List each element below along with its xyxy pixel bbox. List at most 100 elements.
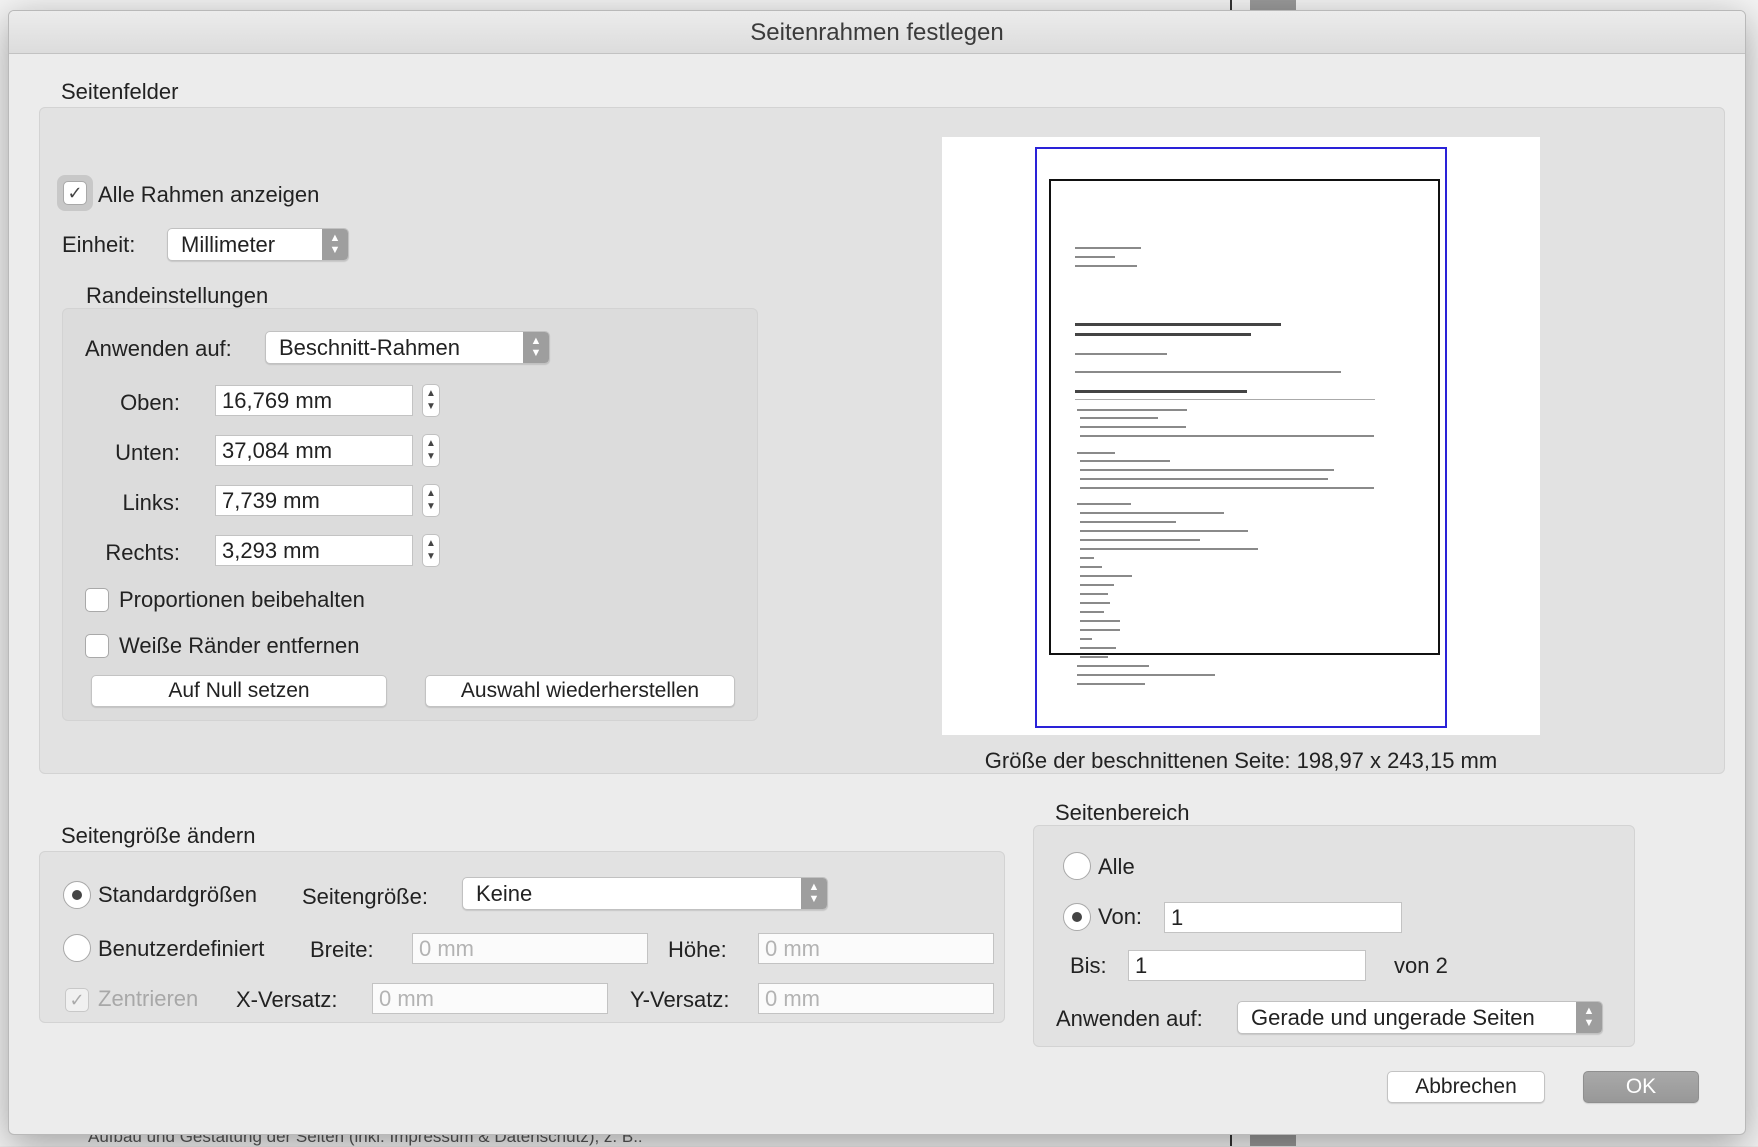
page-size-select-value: Keine bbox=[476, 881, 533, 906]
preview-text-line bbox=[1080, 521, 1176, 523]
cropped-size-caption: Größe der beschnittenen Seite: 198,97 x … bbox=[984, 748, 1498, 773]
preview-text-line bbox=[1080, 566, 1102, 568]
height-input[interactable]: 0 mm bbox=[758, 933, 994, 964]
chevron-updown-icon: ▲ ▼ bbox=[426, 438, 436, 462]
to-input[interactable]: 1 bbox=[1128, 950, 1366, 981]
preview-text-line bbox=[1075, 371, 1341, 373]
ok-button[interactable]: OK bbox=[1583, 1071, 1699, 1103]
chevron-updown-icon: ▲ ▼ bbox=[1576, 1002, 1602, 1033]
preview-heading-line bbox=[1075, 390, 1247, 393]
margin-bottom-label: Unten: bbox=[115, 440, 180, 465]
x-offset-label: X-Versatz: bbox=[236, 987, 338, 1012]
margin-top-input[interactable]: 16,769 mm bbox=[215, 385, 413, 416]
standard-sizes-radio[interactable] bbox=[63, 881, 91, 909]
chevron-updown-icon: ▲ ▼ bbox=[801, 878, 827, 909]
preview-text-line bbox=[1080, 530, 1248, 532]
height-label: Höhe: bbox=[668, 937, 727, 962]
preview-text-line bbox=[1075, 265, 1137, 267]
width-label: Breite: bbox=[310, 937, 374, 962]
page-preview bbox=[942, 137, 1540, 735]
keep-proportions-label: Proportionen beibehalten bbox=[119, 587, 365, 612]
preview-text-line bbox=[1080, 656, 1108, 658]
margin-right-stepper[interactable]: ▲ ▼ bbox=[422, 534, 440, 567]
chevron-updown-icon: ▲ ▼ bbox=[426, 488, 436, 512]
preview-text-line bbox=[1080, 460, 1170, 462]
seitenbereich-group: Alle Von: 1 Bis: 1 von 2 Anwenden auf: G… bbox=[1033, 825, 1635, 1047]
preview-text-line bbox=[1080, 487, 1374, 489]
margin-top-label: Oben: bbox=[120, 390, 180, 415]
range-apply-to-select-value: Gerade und ungerade Seiten bbox=[1251, 1005, 1535, 1030]
center-checkbox[interactable]: ✓ bbox=[65, 988, 89, 1012]
preview-text-line bbox=[1080, 584, 1114, 586]
preview-text-line bbox=[1080, 593, 1108, 595]
preview-text-line bbox=[1075, 247, 1141, 249]
chevron-updown-icon: ▲ ▼ bbox=[426, 538, 436, 562]
seitenbereich-label: Seitenbereich bbox=[1055, 800, 1190, 825]
range-apply-to-select[interactable]: Gerade und ungerade Seiten ▲ ▼ bbox=[1237, 1001, 1603, 1034]
margin-bottom-stepper[interactable]: ▲ ▼ bbox=[422, 434, 440, 467]
margin-left-stepper[interactable]: ▲ ▼ bbox=[422, 484, 440, 517]
chevron-updown-icon: ▲ ▼ bbox=[322, 229, 348, 260]
center-label: Zentrieren bbox=[98, 986, 199, 1011]
cancel-button[interactable]: Abbrechen bbox=[1387, 1071, 1545, 1103]
preview-text-line bbox=[1080, 575, 1132, 577]
apply-to-label: Anwenden auf: bbox=[85, 336, 232, 361]
preview-text-line bbox=[1075, 256, 1115, 258]
chevron-updown-icon: ▲ ▼ bbox=[426, 388, 436, 412]
page-size-select[interactable]: Keine ▲ ▼ bbox=[462, 877, 828, 910]
randeinstellungen-label: Randeinstellungen bbox=[86, 283, 269, 308]
preview-text-line bbox=[1077, 674, 1215, 676]
y-offset-label: Y-Versatz: bbox=[630, 987, 730, 1012]
width-input[interactable]: 0 mm bbox=[412, 933, 648, 964]
margin-left-label: Links: bbox=[122, 490, 180, 515]
unit-select[interactable]: Millimeter ▲ ▼ bbox=[167, 228, 349, 261]
restore-selection-button[interactable]: Auswahl wiederherstellen bbox=[425, 675, 735, 707]
margin-right-input[interactable]: 3,293 mm bbox=[215, 535, 413, 566]
all-pages-radio[interactable] bbox=[1063, 852, 1091, 880]
from-input[interactable]: 1 bbox=[1164, 902, 1402, 933]
to-label: Bis: bbox=[1070, 953, 1107, 978]
margin-right-label: Rechts: bbox=[105, 540, 180, 565]
seitenfelder-group: ✓ Alle Rahmen anzeigen Einheit: Millimet… bbox=[39, 107, 1725, 774]
remove-white-label: Weiße Ränder entfernen bbox=[119, 633, 360, 658]
y-offset-input[interactable]: 0 mm bbox=[758, 983, 994, 1014]
custom-size-label: Benutzerdefiniert bbox=[98, 936, 265, 961]
x-offset-input[interactable]: 0 mm bbox=[372, 983, 608, 1014]
keep-proportions-checkbox[interactable] bbox=[85, 588, 109, 612]
preview-text-line bbox=[1080, 512, 1224, 514]
margin-left-input[interactable]: 7,739 mm bbox=[215, 485, 413, 516]
preview-text-line bbox=[1080, 629, 1120, 631]
from-label: Von: bbox=[1098, 904, 1143, 929]
checkmark-icon: ✓ bbox=[69, 990, 85, 1010]
preview-text-line bbox=[1080, 638, 1092, 640]
custom-size-radio[interactable] bbox=[63, 934, 91, 962]
preview-text-line bbox=[1080, 539, 1200, 541]
seitengroesse-group: Standardgrößen Seitengröße: Keine ▲ ▼ Ben… bbox=[39, 851, 1005, 1023]
unit-label: Einheit: bbox=[62, 232, 136, 257]
remove-white-checkbox[interactable] bbox=[85, 634, 109, 658]
apply-to-select-value: Beschnitt-Rahmen bbox=[279, 335, 460, 360]
show-all-label: Alle Rahmen anzeigen bbox=[98, 182, 320, 207]
preview-text-line bbox=[1077, 452, 1115, 454]
seitenfelder-label: Seitenfelder bbox=[61, 79, 179, 104]
show-all-checkbox[interactable]: ✓ bbox=[63, 181, 87, 205]
all-pages-label: Alle bbox=[1098, 854, 1135, 879]
preview-text-line bbox=[1080, 435, 1374, 437]
reset-to-zero-button[interactable]: Auf Null setzen bbox=[91, 675, 387, 707]
page-count-text: von 2 bbox=[1394, 953, 1448, 978]
standard-sizes-label: Standardgrößen bbox=[98, 882, 257, 907]
preview-text-line bbox=[1077, 409, 1187, 411]
apply-to-select[interactable]: Beschnitt-Rahmen ▲ ▼ bbox=[265, 331, 550, 364]
preview-text-line bbox=[1075, 353, 1167, 355]
preview-text-line bbox=[1080, 478, 1328, 480]
margin-bottom-input[interactable]: 37,084 mm bbox=[215, 435, 413, 466]
chevron-updown-icon: ▲ ▼ bbox=[523, 332, 549, 363]
preview-heading-line bbox=[1075, 333, 1251, 336]
from-radio[interactable] bbox=[1063, 903, 1091, 931]
preview-text-line bbox=[1077, 665, 1149, 667]
margin-top-stepper[interactable]: ▲ ▼ bbox=[422, 384, 440, 417]
unit-select-value: Millimeter bbox=[181, 232, 276, 257]
preview-text-line bbox=[1077, 503, 1131, 505]
preview-text-line bbox=[1077, 683, 1145, 685]
preview-text-line bbox=[1080, 620, 1120, 622]
